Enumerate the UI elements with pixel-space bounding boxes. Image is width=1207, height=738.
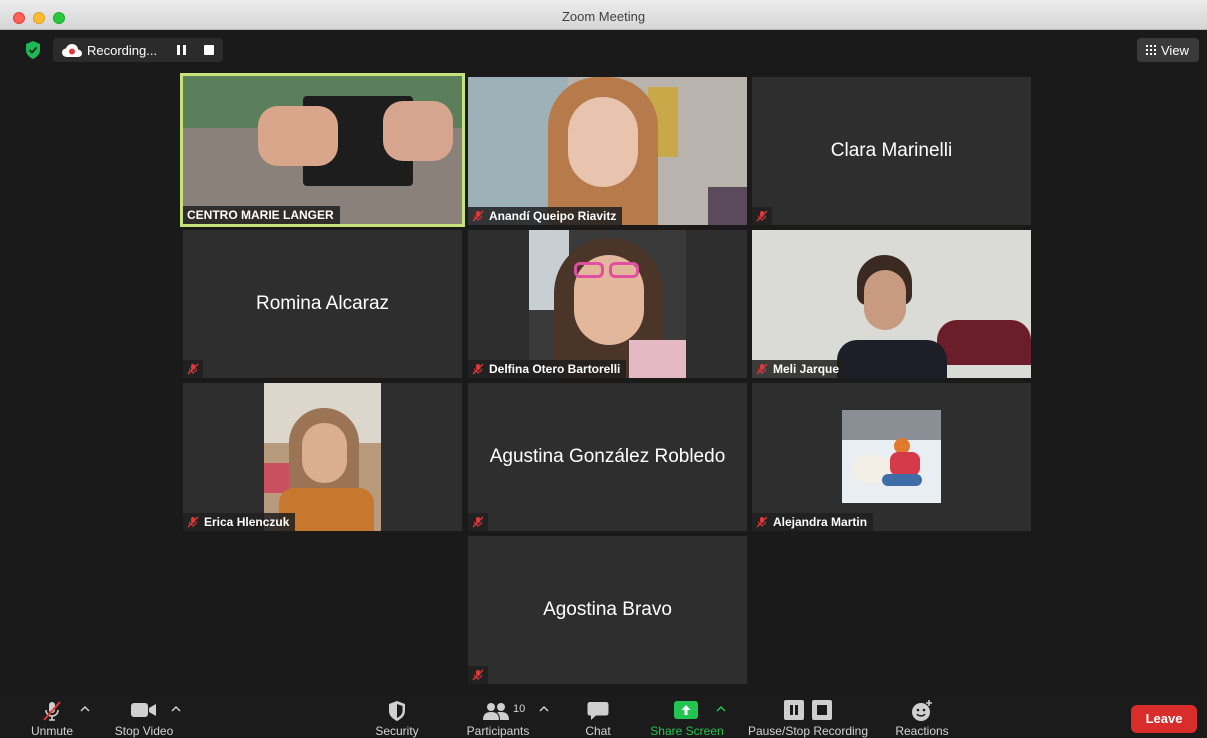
reactions-label: Reactions xyxy=(895,724,949,738)
participant-tile-anandi-queipo-riavitz[interactable]: Anandí Queipo Riavitz xyxy=(468,77,747,225)
participant-profile-photo xyxy=(842,410,941,503)
view-button-label: View xyxy=(1161,43,1189,58)
participant-tile-agostina-bravo[interactable]: Agostina Bravo xyxy=(468,536,747,684)
stop-video-button[interactable]: Stop Video xyxy=(106,692,182,738)
participants-button[interactable]: 10 Participants xyxy=(458,692,538,738)
grid-view-icon xyxy=(1146,45,1156,55)
share-screen-arrow-icon xyxy=(674,701,698,719)
participant-tile-agustina-gonzalez-robledo[interactable]: Agustina González Robledo xyxy=(468,383,747,531)
participant-name-placeholder: Agostina Bravo xyxy=(543,599,672,620)
participants-options-chevron-up-icon[interactable] xyxy=(539,705,549,713)
muted-mic-icon xyxy=(472,210,484,222)
pause-stop-recording-button[interactable]: Pause/Stop Recording xyxy=(741,692,875,738)
participant-tile-alejandra-martin[interactable]: Alejandra Martin xyxy=(752,383,1031,531)
security-label: Security xyxy=(375,724,419,738)
window-titlebar: Zoom Meeting xyxy=(0,0,1207,30)
unmute-label: Unmute xyxy=(30,724,74,738)
muted-mic-icon xyxy=(472,516,484,528)
participant-video xyxy=(468,77,747,225)
muted-mic-icon xyxy=(472,363,484,375)
muted-badge xyxy=(468,666,488,684)
unmute-button[interactable]: Unmute xyxy=(22,692,82,738)
participants-people-icon xyxy=(483,703,509,720)
muted-mic-icon xyxy=(472,669,484,681)
participant-name: Anandí Queipo Riavitz xyxy=(489,209,617,223)
pause-stop-recording-label: Pause/Stop Recording xyxy=(747,724,869,738)
participant-name: Erica Hlenczuk xyxy=(204,515,290,529)
participant-name-tag: CENTRO MARIE LANGER xyxy=(183,206,340,224)
view-button[interactable]: View xyxy=(1137,38,1199,62)
reactions-button[interactable]: Reactions xyxy=(890,692,954,738)
muted-mic-icon xyxy=(187,363,199,375)
stop-video-label: Stop Video xyxy=(114,724,174,738)
chat-label: Chat xyxy=(585,724,611,738)
muted-badge xyxy=(183,360,203,378)
muted-mic-icon xyxy=(756,363,768,375)
meeting-toolbar: Unmute Stop Video Security 10 Participan… xyxy=(0,692,1207,738)
participant-tile-centro-marie-langer[interactable]: CENTRO MARIE LANGER xyxy=(180,73,465,227)
participant-tile-erica-hlenczuk[interactable]: Erica Hlenczuk xyxy=(183,383,462,531)
participants-label: Participants xyxy=(466,724,530,738)
participant-video xyxy=(752,230,1031,378)
share-screen-button[interactable]: Share Screen xyxy=(646,692,728,738)
security-shield-icon[interactable] xyxy=(25,41,41,59)
stop-recording-icon[interactable] xyxy=(204,45,214,55)
participant-name-tag: Anandí Queipo Riavitz xyxy=(468,207,623,225)
security-button[interactable]: Security xyxy=(367,692,427,738)
window-title: Zoom Meeting xyxy=(561,9,646,24)
chat-bubble-icon xyxy=(587,702,609,720)
microphone-muted-icon xyxy=(43,701,61,721)
cloud-recording-icon xyxy=(62,44,82,57)
participant-name: Alejandra Martin xyxy=(773,515,868,529)
muted-badge xyxy=(468,513,488,531)
participant-tile-romina-alcaraz[interactable]: Romina Alcaraz xyxy=(183,230,462,378)
audio-options-chevron-up-icon[interactable] xyxy=(80,705,90,713)
share-screen-label: Share Screen xyxy=(650,724,724,738)
meeting-topbar: Recording... View xyxy=(0,30,1207,70)
participant-tile-delfina-otero-bartorelli[interactable]: Delfina Otero Bartorelli xyxy=(468,230,747,378)
muted-mic-icon xyxy=(756,516,768,528)
participant-name: Delfina Otero Bartorelli xyxy=(489,362,621,376)
pause-stop-recording-icon xyxy=(784,700,832,720)
reactions-smiley-icon xyxy=(912,700,932,721)
participant-tile-clara-marinelli[interactable]: Clara Marinelli xyxy=(752,77,1031,225)
video-options-chevron-up-icon[interactable] xyxy=(171,705,181,713)
participant-name-tag: Delfina Otero Bartorelli xyxy=(468,360,627,378)
share-options-chevron-up-icon[interactable] xyxy=(716,705,726,713)
participants-count: 10 xyxy=(513,703,526,715)
participant-name-placeholder: Romina Alcaraz xyxy=(255,293,390,314)
participant-name: Meli Jarque xyxy=(773,362,840,376)
participant-name-tag: Meli Jarque xyxy=(752,360,846,378)
participant-name: CENTRO MARIE LANGER xyxy=(187,208,334,222)
participant-tile-meli-jarque[interactable]: Meli Jarque xyxy=(752,230,1031,378)
muted-mic-icon xyxy=(187,516,199,528)
participant-video xyxy=(529,230,686,378)
participant-name-placeholder: Agustina González Robledo xyxy=(489,446,726,467)
participant-name-tag: Alejandra Martin xyxy=(752,513,874,531)
recording-label: Recording... xyxy=(87,43,158,58)
recording-indicator: Recording... xyxy=(53,38,223,62)
muted-mic-icon xyxy=(756,210,768,222)
participant-video xyxy=(264,383,381,531)
leave-button[interactable]: Leave xyxy=(1131,705,1197,733)
muted-badge xyxy=(752,207,772,225)
video-camera-icon xyxy=(131,703,156,717)
participant-video xyxy=(183,76,462,224)
pause-recording-icon[interactable] xyxy=(177,45,187,55)
participant-name-placeholder: Clara Marinelli xyxy=(830,140,953,161)
chat-button[interactable]: Chat xyxy=(573,692,623,738)
security-shield-icon xyxy=(389,701,405,721)
participant-name-tag: Erica Hlenczuk xyxy=(183,513,296,531)
